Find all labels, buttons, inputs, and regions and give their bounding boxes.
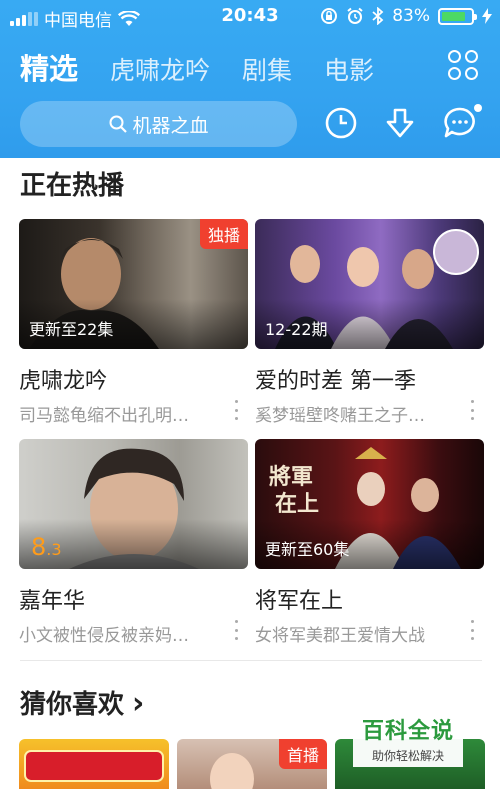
tab-series[interactable]: 剧集: [242, 51, 292, 87]
top-header: 中国电信 20:43 83% 精选 虎啸龙吟 剧集 电影 机器之血: [0, 0, 500, 158]
video-card[interactable]: 独播 更新至22集 虎啸龙吟 司马懿龟缩不出孔明…: [19, 219, 248, 426]
bluetooth-icon: [372, 7, 384, 25]
rating-score: 8.3: [31, 533, 62, 561]
card-title[interactable]: 嘉年华: [19, 583, 248, 615]
charging-icon: [482, 8, 492, 24]
card-subtitle: 女将军美郡王爱情大战: [255, 626, 425, 646]
video-thumbnail[interactable]: 8.3: [19, 439, 248, 569]
watermark-logo: 百科全说 助你轻松解决: [353, 713, 463, 767]
battery-fill: [442, 11, 466, 21]
card-title[interactable]: 爱的时差 第一季: [255, 363, 484, 395]
more-icon[interactable]: [232, 620, 240, 640]
rotation-lock-icon: [321, 8, 338, 24]
battery-percent: 83%: [392, 6, 430, 26]
more-icon[interactable]: [468, 400, 476, 420]
section-title-guess-you-like[interactable]: 猜你喜欢 ›: [20, 684, 144, 721]
video-card[interactable]: 將軍 在上 更新至60集 将军在上 女将军美郡王爱情大战: [255, 439, 484, 646]
battery-icon: [438, 7, 477, 25]
video-card[interactable]: 12-22期 爱的时差 第一季 奚梦瑶壁咚赌王之子…: [255, 219, 484, 426]
premiere-badge: 首播: [278, 739, 327, 769]
card-subtitle: 司马懿龟缩不出孔明…: [19, 406, 189, 426]
svg-text:將軍: 將軍: [269, 464, 313, 490]
card-subtitle: 小文被性侵反被亲妈…: [19, 626, 189, 646]
recommend-thumbnail[interactable]: 首播: [177, 739, 327, 789]
search-placeholder: 机器之血: [132, 114, 209, 137]
episode-label: 更新至60集: [265, 540, 350, 559]
tab-huxiao-longyin[interactable]: 虎啸龙吟: [110, 51, 210, 87]
more-icon[interactable]: [232, 400, 240, 420]
section-divider: [20, 660, 482, 661]
unread-dot: [474, 104, 482, 112]
grid-icon[interactable]: [448, 50, 478, 80]
episode-label: 更新至22集: [29, 320, 114, 339]
message-icon[interactable]: [443, 106, 477, 140]
exclusive-badge: 独播: [199, 219, 248, 249]
download-icon[interactable]: [383, 106, 417, 140]
more-icon[interactable]: [468, 620, 476, 640]
card-title[interactable]: 虎啸龙吟: [19, 363, 248, 395]
tab-featured[interactable]: 精选: [20, 46, 78, 88]
search-icon: [109, 115, 128, 133]
recommend-thumbnail[interactable]: [19, 739, 169, 789]
video-thumbnail[interactable]: 独播 更新至22集: [19, 219, 248, 349]
svg-text:在上: 在上: [275, 491, 319, 517]
section-title-now-playing: 正在热播: [20, 171, 125, 201]
episode-label: 12-22期: [265, 320, 328, 339]
card-title[interactable]: 将军在上: [255, 583, 484, 615]
video-thumbnail[interactable]: 將軍 在上 更新至60集: [255, 439, 484, 569]
category-tabs: 精选 虎啸龙吟 剧集 电影: [20, 46, 406, 88]
video-card[interactable]: 8.3 嘉年华 小文被性侵反被亲妈…: [19, 439, 248, 646]
clock-icon[interactable]: [324, 106, 358, 140]
chevron-right-icon: ›: [132, 686, 145, 721]
alarm-icon: [347, 7, 363, 24]
search-input[interactable]: 机器之血: [20, 101, 297, 147]
status-bar: 中国电信 20:43 83%: [0, 0, 500, 34]
video-thumbnail[interactable]: 12-22期: [255, 219, 484, 349]
tab-movies[interactable]: 电影: [324, 51, 374, 87]
card-subtitle: 奚梦瑶壁咚赌王之子…: [255, 406, 425, 426]
